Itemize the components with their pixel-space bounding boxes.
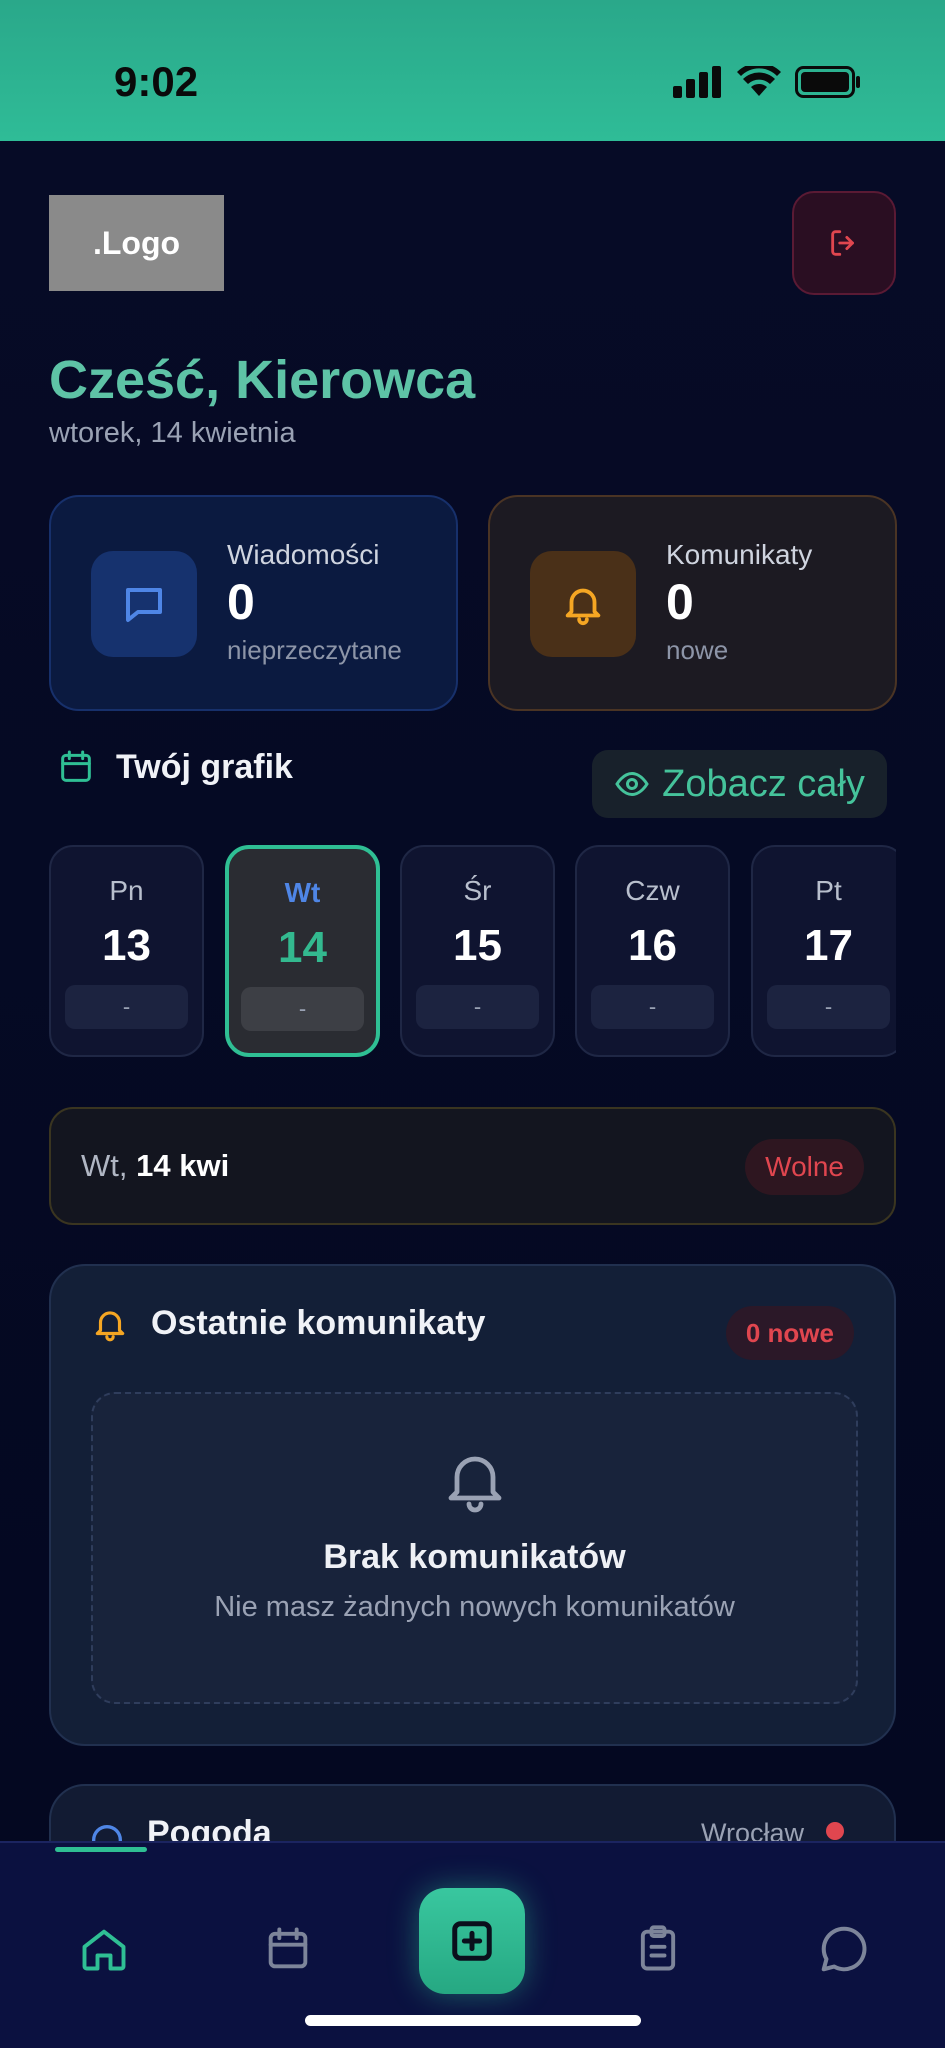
messages-label: Wiadomości bbox=[227, 539, 380, 570]
announcements-header: Ostatnie komunikaty bbox=[91, 1304, 485, 1343]
status-icons bbox=[673, 66, 861, 98]
day-name: Śr bbox=[463, 875, 492, 906]
schedule-days: Pn 13 - Wt 14 - Śr 15 - Czw 16 - Pt 17 - bbox=[49, 845, 896, 1057]
status-time: 9:02 bbox=[114, 58, 199, 105]
day-number: 15 bbox=[453, 921, 502, 970]
plus-square-icon bbox=[452, 1921, 492, 1961]
schedule-title: Twój grafik bbox=[116, 747, 293, 786]
selected-day-prefix: Wt, bbox=[81, 1148, 128, 1183]
chat-icon bbox=[821, 1926, 867, 1972]
weather-title: Pogoda bbox=[147, 1814, 272, 1841]
calendar-icon bbox=[268, 1927, 308, 1969]
schedule-header: Twój grafik bbox=[56, 747, 293, 787]
day-number: 13 bbox=[102, 921, 151, 970]
day-mon[interactable]: Pn 13 - bbox=[49, 845, 204, 1057]
clipboard-icon bbox=[640, 1925, 676, 1971]
nav-home[interactable] bbox=[72, 1917, 136, 1981]
new-count-badge: 0 nowe bbox=[725, 1306, 854, 1360]
wifi-icon bbox=[737, 66, 781, 96]
empty-state: Brak komunikatów Nie masz żadnych nowych… bbox=[91, 1392, 858, 1704]
announcements-section: Ostatnie komunikaty 0 nowe Brak komunika… bbox=[49, 1264, 896, 1746]
battery-icon bbox=[795, 66, 860, 98]
day-name: Wt bbox=[284, 877, 321, 908]
empty-title: Brak komunikatów bbox=[323, 1538, 626, 1576]
selected-day-detail: Wt, 14 kwi Wolne bbox=[49, 1107, 896, 1225]
weather-icon bbox=[92, 1825, 122, 1841]
calendar-icon bbox=[61, 750, 91, 782]
day-number: 17 bbox=[804, 921, 853, 970]
announcements-title: Ostatnie komunikaty bbox=[151, 1304, 486, 1342]
weather-section: Pogoda Wrocław bbox=[49, 1784, 896, 1841]
current-date: wtorek, 14 kwietnia bbox=[49, 417, 296, 449]
day-name: Pn bbox=[109, 875, 144, 906]
day-shift: - bbox=[416, 985, 539, 1029]
status-badge: Wolne bbox=[745, 1139, 864, 1195]
day-fri[interactable]: Pt 17 - bbox=[751, 845, 896, 1057]
dashboard-page: .Logo Cześć, Kierowca wtorek, 14 kwietni… bbox=[0, 141, 945, 1841]
day-name: Czw bbox=[625, 875, 680, 906]
see-all-button[interactable]: Zobacz cały bbox=[592, 750, 887, 818]
logout-icon bbox=[831, 230, 854, 256]
messages-sub: nieprzeczytane bbox=[227, 635, 402, 665]
see-all-label: Zobacz cały bbox=[662, 762, 865, 805]
greeting-title: Cześć, Kierowca bbox=[49, 350, 476, 410]
bell-icon bbox=[95, 1310, 125, 1341]
logout-button[interactable] bbox=[792, 191, 896, 295]
selected-day-date: 14 kwi bbox=[136, 1148, 230, 1183]
day-number: 14 bbox=[278, 923, 327, 972]
day-thu[interactable]: Czw 16 - bbox=[575, 845, 730, 1057]
chat-bubble-icon bbox=[126, 588, 162, 622]
home-icon bbox=[82, 1929, 126, 1971]
day-wed[interactable]: Śr 15 - bbox=[400, 845, 555, 1057]
announcements-icon-wrap bbox=[530, 551, 636, 657]
weather-city: Wrocław bbox=[700, 1818, 804, 1841]
day-shift: - bbox=[241, 987, 364, 1031]
day-shift: - bbox=[591, 985, 714, 1029]
nav-chat[interactable] bbox=[812, 1917, 876, 1981]
bell-icon bbox=[565, 588, 601, 626]
logo: .Logo bbox=[49, 195, 224, 291]
announcements-label: Komunikaty bbox=[666, 539, 813, 570]
add-button[interactable] bbox=[419, 1888, 525, 1994]
day-name: Pt bbox=[815, 875, 842, 906]
announcements-count: 0 bbox=[666, 574, 694, 630]
status-bar: 9:02 bbox=[0, 0, 945, 141]
location-pin-icon bbox=[826, 1822, 844, 1840]
home-indicator bbox=[305, 2015, 641, 2026]
announcements-sub: nowe bbox=[666, 635, 729, 665]
nav-calendar[interactable] bbox=[256, 1917, 320, 1981]
selected-day-text: Wt, 14 kwi bbox=[81, 1148, 229, 1184]
signal-icon bbox=[673, 66, 721, 98]
messages-icon-wrap bbox=[91, 551, 197, 657]
empty-subtitle: Nie masz żadnych nowych komunikatów bbox=[214, 1591, 735, 1623]
messages-count: 0 bbox=[227, 574, 255, 630]
eye-icon bbox=[615, 771, 649, 797]
day-number: 16 bbox=[628, 921, 677, 970]
messages-card[interactable]: Wiadomości 0 nieprzeczytane bbox=[49, 495, 458, 711]
day-tue[interactable]: Wt 14 - bbox=[225, 845, 380, 1057]
bell-icon bbox=[448, 1456, 501, 1513]
nav-tasks[interactable] bbox=[626, 1917, 690, 1981]
day-shift: - bbox=[65, 985, 188, 1029]
active-tab-indicator bbox=[55, 1847, 147, 1852]
announcements-card[interactable]: Komunikaty 0 nowe bbox=[488, 495, 897, 711]
day-shift: - bbox=[767, 985, 890, 1029]
